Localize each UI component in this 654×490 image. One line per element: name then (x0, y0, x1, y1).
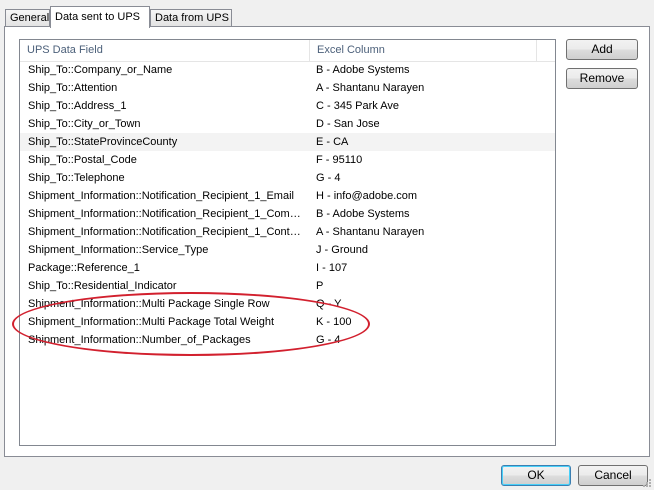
column-header-excel-column[interactable]: Excel Column (310, 40, 537, 61)
field-cell: Shipment_Information::Multi Package Sing… (28, 298, 270, 310)
field-cell: Package::Reference_1 (28, 262, 140, 274)
list-row[interactable]: Shipment_Information::Multi Package Sing… (20, 295, 555, 313)
field-cell: Shipment_Information::Notification_Recip… (28, 208, 304, 220)
list-row[interactable]: Shipment_Information::Multi Package Tota… (20, 313, 555, 331)
add-button[interactable]: Add (566, 39, 638, 60)
list-row[interactable]: Ship_To::Attention A - Shantanu Narayen (20, 79, 555, 97)
tab-data-from-label: Data from UPS (155, 12, 229, 24)
field-cell: Ship_To::StateProvinceCounty (28, 136, 178, 148)
field-cell: Ship_To::Telephone (28, 172, 125, 184)
field-cell: Shipment_Information::Multi Package Tota… (28, 316, 275, 328)
column-cell: J - Ground (316, 244, 368, 256)
field-cell: Ship_To::Residential_Indicator (28, 280, 177, 292)
list-row[interactable]: Ship_To::City_or_Town D - San Jose (20, 115, 555, 133)
list-row[interactable]: Ship_To::Company_or_Name B - Adobe System… (20, 61, 555, 79)
list-row[interactable]: Shipment_Information::Number_of_Packages… (20, 331, 555, 349)
column-cell: C - 345 Park Ave (316, 100, 399, 112)
list-row[interactable]: Shipment_Information::Notification_Recip… (20, 223, 555, 241)
list-header: UPS Data Field Excel Column (20, 40, 555, 62)
column-cell: P (316, 280, 324, 292)
remove-button[interactable]: Remove (566, 68, 638, 89)
column-cell: B - Adobe Systems (316, 208, 410, 220)
column-cell: Q - Y (316, 298, 342, 310)
tab-panel: UPS Data Field Excel Column Ship_To::Com… (4, 26, 650, 457)
list-row[interactable]: Ship_To::Address_1 C - 345 Park Ave (20, 97, 555, 115)
field-cell: Ship_To::Address_1 (28, 100, 127, 112)
column-cell: E - CA (316, 136, 349, 148)
field-cell: Shipment_Information::Notification_Recip… (28, 190, 294, 202)
tab-data-sent-to-ups[interactable]: Data sent to UPS (50, 6, 150, 28)
column-cell: B - Adobe Systems (316, 64, 410, 76)
field-cell: Shipment_Information::Number_of_Packages (28, 334, 251, 346)
tab-general-label: General (10, 12, 50, 24)
column-cell: D - San Jose (316, 118, 380, 130)
list-row[interactable]: Shipment_Information::Notification_Recip… (20, 205, 555, 223)
field-cell: Ship_To::Company_or_Name (28, 64, 173, 76)
column-cell: G - 4 (316, 172, 341, 184)
field-cell: Ship_To::City_or_Town (28, 118, 141, 130)
field-cell: Ship_To::Attention (28, 82, 118, 94)
cancel-button[interactable]: Cancel (578, 465, 648, 486)
list-row[interactable]: Shipment_Information::Service_Type J - Gr… (20, 241, 555, 259)
column-cell: A - Shantanu Narayen (316, 226, 425, 238)
list-row[interactable]: Ship_To::Telephone G - 4 (20, 169, 555, 187)
column-header-ups-data-field[interactable]: UPS Data Field (20, 40, 310, 61)
column-cell: H - info@adobe.com (316, 190, 418, 202)
column-cell: A - Shantanu Narayen (316, 82, 425, 94)
tab-data-from-ups[interactable]: Data from UPS (150, 9, 232, 26)
column-cell: I - 107 (316, 262, 348, 274)
list-row[interactable]: Ship_To::Residential_Indicator P (20, 277, 555, 295)
field-cell: Shipment_Information::Notification_Recip… (28, 226, 304, 238)
resize-grip-icon[interactable] (642, 478, 652, 488)
column-cell: K - 100 (316, 316, 352, 328)
tab-data-sent-label: Data sent to UPS (55, 11, 140, 23)
tab-general[interactable]: General (5, 9, 50, 26)
column-cell: G - 4 (316, 334, 341, 346)
ok-button[interactable]: OK (501, 465, 571, 486)
field-cell: Shipment_Information::Service_Type (28, 244, 209, 256)
list-row[interactable]: Package::Reference_1 I - 107 (20, 259, 555, 277)
list-row[interactable]: Ship_To::Postal_Code F - 95110 (20, 151, 555, 169)
field-cell: Ship_To::Postal_Code (28, 154, 137, 166)
column-cell: F - 95110 (316, 154, 363, 166)
mapping-list[interactable]: UPS Data Field Excel Column Ship_To::Com… (19, 39, 556, 446)
list-row[interactable]: Shipment_Information::Notification_Recip… (20, 187, 555, 205)
list-row-hovered[interactable]: Ship_To::StateProvinceCounty E - CA (20, 133, 555, 151)
